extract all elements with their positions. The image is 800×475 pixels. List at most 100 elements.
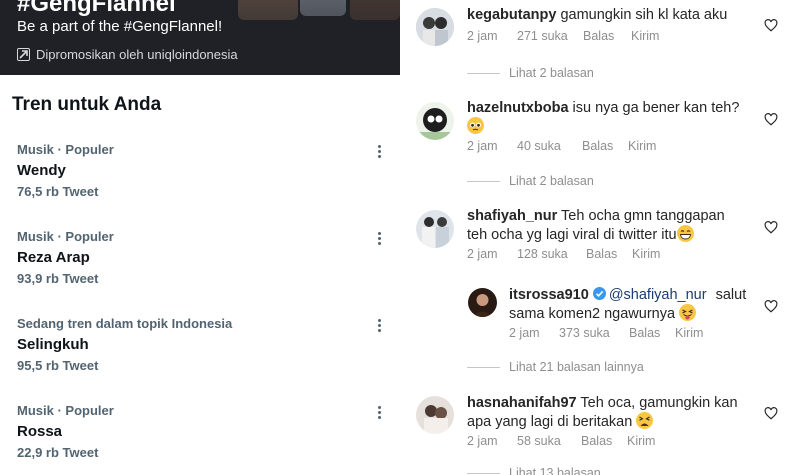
tired-face-emoji-icon bbox=[636, 412, 654, 429]
view-replies[interactable]: Lihat 2 balasan bbox=[467, 174, 594, 188]
comment-meta: 2 jam 373 suka Balas Kirim bbox=[509, 326, 703, 340]
view-replies[interactable]: Lihat 13 balasan bbox=[467, 466, 601, 475]
trend-count: 93,9 rb Tweet bbox=[17, 271, 99, 286]
comment-body-line2: teh ocha yg lagi viral di twitter itu bbox=[467, 227, 677, 243]
replies-divider bbox=[467, 180, 500, 182]
trend-name: Reza Arap bbox=[17, 249, 90, 266]
comment-likes[interactable]: 40 suka bbox=[517, 139, 582, 153]
more-options-icon[interactable] bbox=[372, 316, 386, 334]
trend-context: Musik · Populer bbox=[17, 229, 114, 244]
view-replies[interactable]: Lihat 2 balasan bbox=[467, 66, 594, 80]
comment-text: itsrossa910 @shafiyah_nur salut sama kom… bbox=[509, 287, 769, 323]
heart-icon[interactable] bbox=[764, 300, 778, 313]
avatar[interactable] bbox=[416, 8, 454, 46]
view-replies-text[interactable]: Lihat 2 balasan bbox=[509, 66, 594, 80]
reply-button[interactable]: Balas bbox=[629, 326, 675, 340]
promo-subtitle: Be a part of the #GengFlannel! bbox=[17, 18, 223, 35]
view-replies-text[interactable]: Lihat 21 balasan lainnya bbox=[509, 360, 644, 374]
comment-username[interactable]: hazelnutxboba bbox=[467, 100, 569, 116]
more-options-icon[interactable] bbox=[372, 403, 386, 421]
comment-body: salut bbox=[715, 287, 747, 303]
replies-divider bbox=[467, 472, 500, 474]
comment-body: Teh ocha gmn tanggapan bbox=[561, 208, 725, 224]
comment-time: 2 jam bbox=[467, 247, 498, 261]
comment-time: 2 jam bbox=[467, 29, 498, 43]
avatar[interactable] bbox=[416, 210, 454, 248]
view-replies-text[interactable]: Lihat 13 balasan bbox=[509, 466, 601, 475]
comment-text: kegabutanpy gamungkin sih kl kata aku bbox=[467, 7, 767, 24]
trend-count: 76,5 rb Tweet bbox=[17, 184, 99, 199]
comment-time: 2 jam bbox=[467, 434, 498, 448]
comment-time: 2 jam bbox=[467, 139, 498, 153]
tongue-wink-emoji-icon bbox=[679, 304, 697, 321]
comment-username[interactable]: kegabutanpy bbox=[467, 7, 556, 23]
send-button[interactable]: Kirim bbox=[675, 326, 703, 340]
avatar[interactable] bbox=[468, 288, 497, 317]
trend-context: Musik · Populer bbox=[17, 403, 114, 418]
heart-icon[interactable] bbox=[764, 221, 778, 234]
reply-button[interactable]: Balas bbox=[582, 139, 628, 153]
comment-likes[interactable]: 271 suka bbox=[517, 29, 583, 43]
comment-meta: 2 jam 40 suka Balas Kirim bbox=[467, 139, 656, 153]
trend-count: 95,5 rb Tweet bbox=[17, 358, 99, 373]
comment-body: Teh oca, gamungkin kan bbox=[580, 395, 738, 411]
heart-icon[interactable] bbox=[764, 113, 778, 126]
trend-item[interactable]: Musik · Populer Reza Arap 93,9 rb Tweet bbox=[0, 229, 400, 316]
comment-body-line2: apa yang lagi di beritakan bbox=[467, 414, 633, 430]
reply-button[interactable]: Balas bbox=[586, 247, 632, 261]
promoted-trend-banner[interactable]: #GengFlannel Be a part of the #GengFlann… bbox=[0, 0, 400, 75]
comment-username[interactable]: itsrossa910 bbox=[509, 287, 589, 303]
comment-body-line2: sama komen2 ngawurnya bbox=[509, 306, 676, 322]
more-options-icon[interactable] bbox=[372, 229, 386, 247]
comment-username[interactable]: shafiyah_nur bbox=[467, 208, 557, 224]
twitter-panel: #GengFlannel Be a part of the #GengFlann… bbox=[0, 0, 400, 475]
comment-text: hasnahanifah97 Teh oca, gamungkin kan ap… bbox=[467, 395, 767, 431]
more-options-icon[interactable] bbox=[372, 142, 386, 160]
mention-link[interactable]: @shafiyah_nur bbox=[609, 287, 707, 303]
comment-likes[interactable]: 373 suka bbox=[559, 326, 629, 340]
grinning-face-emoji-icon bbox=[676, 225, 694, 242]
view-replies-text[interactable]: Lihat 2 balasan bbox=[509, 174, 594, 188]
comment-meta: 2 jam 58 suka Balas Kirim bbox=[467, 434, 655, 448]
promoted-by: Dipromosikan oleh uniqloindonesia bbox=[17, 47, 238, 62]
heart-icon[interactable] bbox=[764, 407, 778, 420]
trend-name: Wendy bbox=[17, 162, 66, 179]
send-button[interactable]: Kirim bbox=[631, 29, 659, 43]
comment-likes[interactable]: 128 suka bbox=[517, 247, 586, 261]
comment-body: isu nya ga bener kan teh? bbox=[572, 100, 740, 116]
comment-time: 2 jam bbox=[509, 326, 540, 340]
reply-button[interactable]: Balas bbox=[583, 29, 631, 43]
trend-item[interactable]: Sedang tren dalam topik Indonesia Seling… bbox=[0, 316, 400, 403]
avatar[interactable] bbox=[416, 102, 454, 140]
trends-heading: Tren untuk Anda bbox=[12, 94, 162, 115]
trend-context: Musik · Populer bbox=[17, 142, 114, 157]
comment-username[interactable]: hasnahanifah97 bbox=[467, 395, 577, 411]
avatar[interactable] bbox=[416, 396, 454, 434]
view-replies[interactable]: Lihat 21 balasan lainnya bbox=[467, 360, 644, 374]
trend-name: Selingkuh bbox=[17, 336, 89, 353]
comment-text: hazelnutxboba isu nya ga bener kan teh? bbox=[467, 100, 767, 136]
reply-button[interactable]: Balas bbox=[581, 434, 627, 448]
replies-divider bbox=[467, 366, 500, 368]
comment-text: shafiyah_nur Teh ocha gmn tanggapan teh … bbox=[467, 208, 767, 244]
promoted-icon bbox=[17, 48, 30, 61]
promoted-by-text: Dipromosikan oleh uniqloindonesia bbox=[36, 47, 238, 62]
instagram-comments-panel: kegabutanpy gamungkin sih kl kata aku 2 … bbox=[400, 0, 800, 475]
comment-meta: 2 jam 128 suka Balas Kirim bbox=[467, 247, 660, 261]
trend-item[interactable]: Musik · Populer Rossa 22,9 rb Tweet bbox=[0, 403, 400, 475]
trend-name: Rossa bbox=[17, 423, 63, 440]
trend-count: 22,9 rb Tweet bbox=[17, 445, 99, 460]
promo-title: #GengFlannel bbox=[17, 0, 176, 17]
send-button[interactable]: Kirim bbox=[632, 247, 660, 261]
comment-body: gamungkin sih kl kata aku bbox=[560, 7, 728, 23]
trend-item[interactable]: Musik · Populer Wendy 76,5 rb Tweet bbox=[0, 142, 400, 229]
send-button[interactable]: Kirim bbox=[627, 434, 655, 448]
replies-divider bbox=[467, 72, 500, 74]
send-button[interactable]: Kirim bbox=[628, 139, 656, 153]
trend-context: Sedang tren dalam topik Indonesia bbox=[17, 316, 233, 331]
heart-icon[interactable] bbox=[764, 19, 778, 32]
comment-meta: 2 jam 271 suka Balas Kirim bbox=[467, 29, 659, 43]
pleading-face-emoji-icon bbox=[467, 117, 484, 134]
verified-badge-icon bbox=[592, 287, 606, 300]
comment-likes[interactable]: 58 suka bbox=[517, 434, 581, 448]
